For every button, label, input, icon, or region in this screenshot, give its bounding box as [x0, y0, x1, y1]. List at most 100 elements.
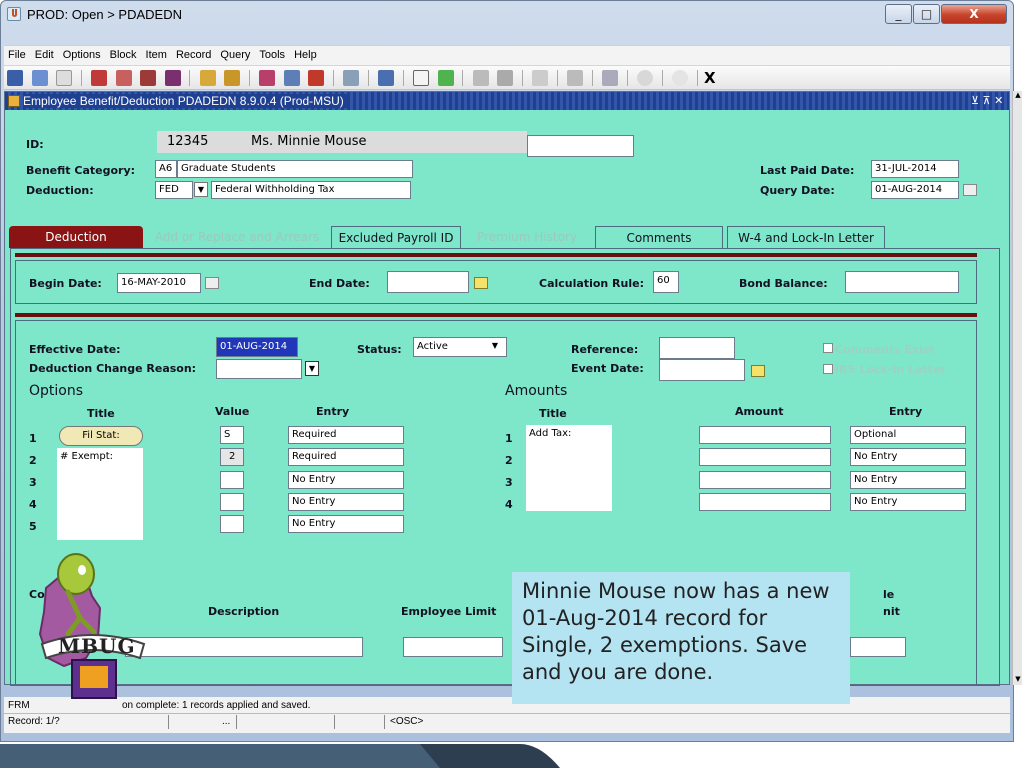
navigate-icon[interactable] — [567, 70, 583, 86]
remove-record-icon[interactable] — [115, 70, 132, 86]
option-title-list: # Exempt: — [57, 448, 143, 540]
irs-lock-in-checkbox[interactable] — [823, 364, 833, 374]
form-title-bar: Employee Benefit/Deduction PDADEDN 8.9.0… — [5, 92, 1009, 110]
event-date-label: Event Date: — [571, 362, 644, 375]
tab-deduction[interactable]: Deduction — [9, 226, 143, 248]
status-ellipsis: ... — [222, 716, 231, 727]
previous-block-icon[interactable] — [140, 70, 156, 86]
form-controls-icon[interactable]: ⊻ ⊼ ✕ — [971, 94, 1003, 107]
calendar-icon[interactable] — [751, 365, 765, 377]
begin-date-field[interactable]: 16-MAY-2010 — [117, 273, 201, 293]
option-entry-field: Required — [288, 426, 404, 444]
calendar-icon[interactable] — [205, 277, 219, 289]
last-paid-date-field: 31-JUL-2014 — [871, 160, 959, 178]
menu-tools[interactable]: Tools — [255, 46, 290, 61]
scroll-up-icon[interactable]: ▲ — [1013, 91, 1023, 101]
cancel-query-icon[interactable] — [308, 70, 324, 86]
option-value-field[interactable] — [220, 471, 244, 489]
amount-row-number: 2 — [505, 454, 513, 467]
menu-edit[interactable]: Edit — [31, 46, 59, 61]
menu-help[interactable]: Help — [290, 46, 322, 61]
amount-field[interactable] — [699, 448, 831, 466]
close-button[interactable]: X — [941, 4, 1007, 24]
tab-w4-lock-in-letter[interactable]: W-4 and Lock-In Letter — [727, 226, 885, 248]
amounts-heading: Amounts — [505, 383, 568, 399]
bond-balance-field[interactable] — [845, 271, 959, 293]
status-select[interactable]: Active ▼ — [413, 337, 507, 357]
deduction-code[interactable]: FED — [155, 181, 193, 199]
fil-stat-button[interactable]: Fil Stat: — [59, 426, 143, 446]
insert-record-icon[interactable] — [91, 70, 107, 86]
print-icon[interactable] — [343, 70, 359, 86]
extract-icon[interactable] — [602, 70, 618, 86]
option-entry-field: Required — [288, 448, 404, 466]
audio-icon[interactable] — [532, 70, 548, 86]
employee-name: Ms. Minnie Mouse — [251, 134, 367, 149]
reference-field[interactable] — [659, 337, 735, 359]
extra-key-field[interactable] — [527, 135, 634, 157]
search-icon[interactable] — [413, 70, 429, 86]
calendar-icon[interactable] — [963, 184, 977, 196]
benefit-category-code[interactable]: A6 — [155, 160, 177, 178]
tree-expand-icon[interactable] — [497, 70, 513, 86]
next-block-icon[interactable] — [164, 70, 181, 86]
event-date-field[interactable] — [659, 359, 745, 381]
comments-exist-checkbox[interactable] — [823, 343, 833, 353]
end-date-field[interactable] — [387, 271, 469, 293]
print-screen-icon[interactable] — [378, 70, 394, 86]
tab-add-replace-arrears[interactable]: Add or Replace and Arrears — [147, 226, 327, 248]
description-field[interactable] — [125, 637, 363, 657]
amount-field[interactable] — [699, 426, 831, 444]
lightbulb-icon[interactable] — [672, 70, 688, 86]
option-row-number: 4 — [29, 498, 37, 511]
tree-icon[interactable] — [472, 70, 489, 86]
tab-excluded-payroll-id[interactable]: Excluded Payroll ID — [331, 226, 461, 248]
enter-query-icon[interactable] — [259, 70, 275, 86]
employee-limit-field[interactable] — [403, 637, 503, 657]
add-icon[interactable] — [437, 70, 454, 86]
limit-field-right[interactable] — [850, 637, 906, 657]
status-value: Active — [417, 341, 448, 352]
menu-item[interactable]: Item — [142, 46, 172, 61]
menu-block[interactable]: Block — [106, 46, 142, 61]
amount-field[interactable] — [699, 471, 831, 489]
deduction-change-reason-field[interactable] — [216, 359, 302, 379]
exit-button[interactable]: X — [704, 69, 716, 87]
chevron-down-icon[interactable]: ▼ — [194, 182, 208, 197]
rollback-icon[interactable] — [31, 70, 48, 86]
menu-query[interactable]: Query — [216, 46, 255, 61]
maximize-button[interactable]: □ — [913, 4, 940, 24]
option-value-field[interactable]: S — [220, 426, 244, 444]
previous-record-icon[interactable] — [199, 70, 216, 86]
chevron-down-icon[interactable]: ▼ — [305, 361, 319, 376]
scroll-down-icon[interactable]: ▼ — [1013, 675, 1023, 685]
next-record-icon[interactable] — [224, 70, 240, 86]
description-label: Description — [208, 605, 280, 618]
tab-comments[interactable]: Comments — [595, 226, 723, 248]
option-value-field[interactable] — [220, 493, 244, 511]
scrollbar[interactable]: ▲ ▼ — [1012, 91, 1022, 685]
toolbar: X — [4, 66, 1010, 90]
execute-query-icon[interactable] — [283, 70, 300, 86]
option-value-field[interactable]: 2 — [220, 448, 244, 466]
amount-field[interactable] — [699, 493, 831, 511]
calculation-rule-field[interactable]: 60 — [653, 271, 679, 293]
id-name-field[interactable]: 12345 Ms. Minnie Mouse — [157, 131, 527, 153]
effective-date-field[interactable]: 01-AUG-2014 — [216, 337, 298, 357]
form-icon — [8, 95, 20, 107]
amounts-amount-header: Amount — [735, 405, 784, 418]
comments-exist-label: Comments Exist — [835, 343, 935, 356]
option-row-number: 5 — [29, 520, 37, 533]
menu-options[interactable]: Options — [59, 46, 106, 61]
help-icon[interactable] — [637, 70, 653, 86]
option-value-field[interactable] — [220, 515, 244, 533]
save-icon[interactable] — [7, 70, 23, 86]
page-icon[interactable] — [56, 70, 72, 86]
osc-indicator: <OSC> — [390, 716, 424, 727]
menu-record[interactable]: Record — [172, 46, 216, 61]
menu-file[interactable]: File — [4, 46, 31, 61]
query-date-field[interactable]: 01-AUG-2014 — [871, 181, 959, 199]
minimize-button[interactable]: _ — [885, 4, 912, 24]
calendar-icon[interactable] — [474, 277, 488, 289]
tab-premium-history[interactable]: Premium History — [465, 226, 589, 248]
